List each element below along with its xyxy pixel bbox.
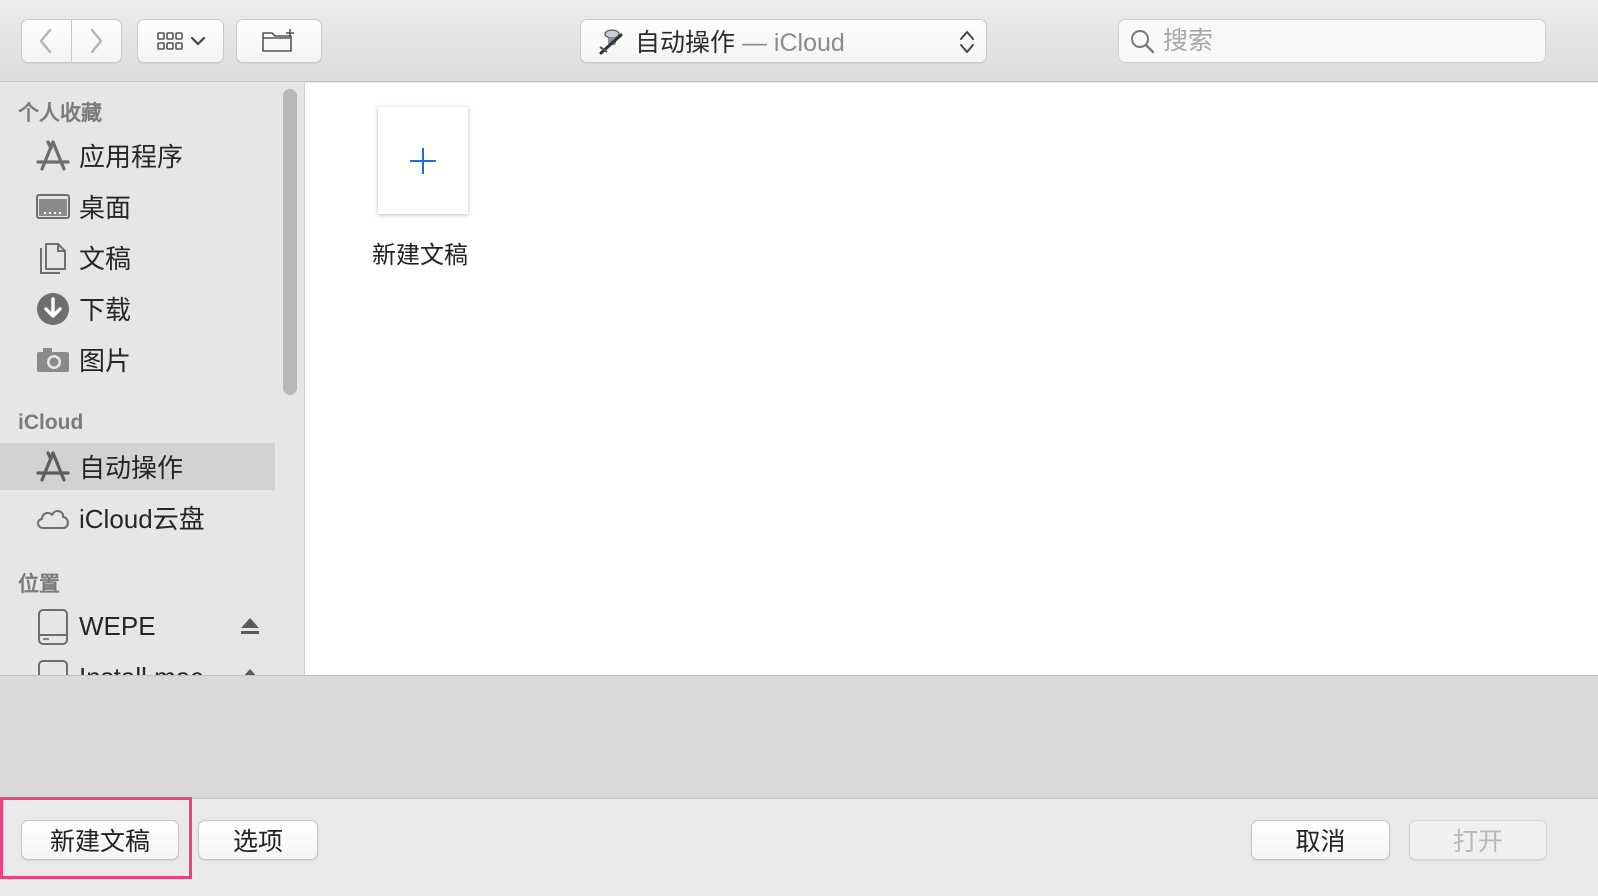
sidebar-item-wepe[interactable]: WEPE: [0, 603, 275, 650]
section-title-icloud: iCloud: [18, 411, 84, 434]
new-document-tile[interactable]: [378, 107, 468, 214]
downloads-icon: [33, 289, 73, 329]
search-input[interactable]: [1161, 25, 1525, 57]
chevron-down-icon: [190, 36, 205, 46]
sidebar-item-label: 应用程序: [79, 142, 184, 172]
sidebar-scrollbar[interactable]: [283, 89, 297, 395]
applications-icon: [33, 136, 73, 176]
sidebar-item-install-mac[interactable]: Install mac: [0, 654, 275, 675]
sidebar-item-downloads[interactable]: 下载: [0, 285, 275, 332]
section-title-favorites: 个人收藏: [18, 102, 102, 125]
forward-button[interactable]: [71, 19, 122, 63]
sidebar-item-label: Install mac: [79, 662, 203, 675]
options-button[interactable]: 选项: [198, 820, 318, 860]
open-button[interactable]: 打开: [1409, 820, 1547, 860]
eject-icon[interactable]: [239, 666, 261, 675]
drive-icon: [33, 658, 73, 675]
search-icon: [1131, 30, 1155, 54]
sidebar-item-label: iCloud云盘: [79, 504, 205, 534]
chevron-right-icon: [91, 28, 103, 54]
sidebar-item-desktop[interactable]: 桌面: [0, 183, 275, 230]
sidebar: 个人收藏 应用程序 桌面 文稿 下载 图片 iCloud 自动操作 iCloud…: [0, 83, 305, 675]
sidebar-item-label: WEPE: [79, 611, 156, 641]
sidebar-item-pictures[interactable]: 图片: [0, 336, 275, 383]
automator-icon: [599, 29, 623, 55]
sidebar-item-label: 图片: [79, 346, 132, 376]
sidebar-item-label: 桌面: [79, 193, 132, 223]
camera-icon: [33, 340, 73, 380]
section-title-locations: 位置: [18, 573, 60, 596]
icon-grid-icon: [156, 32, 183, 50]
new-folder-icon: [262, 29, 294, 52]
sidebar-item-icloud-drive[interactable]: iCloud云盘: [0, 494, 275, 541]
nav-buttons: [21, 19, 122, 63]
bottom-bar: 新建文稿 选项 取消 打开: [0, 798, 1598, 896]
drive-icon: [33, 607, 73, 647]
location-popup[interactable]: 自动操作 — iCloud: [580, 19, 987, 63]
cloud-icon: [33, 498, 73, 538]
search-field[interactable]: [1118, 19, 1546, 63]
sidebar-item-automator[interactable]: 自动操作: [0, 443, 275, 490]
new-folder-button[interactable]: [236, 19, 322, 63]
sidebar-item-label: 自动操作: [79, 453, 184, 483]
path-separator: —: [735, 29, 774, 57]
accessory-panel: [0, 675, 1598, 798]
sidebar-item-applications[interactable]: 应用程序: [0, 132, 275, 179]
up-down-chevron-icon: [960, 31, 974, 53]
eject-icon[interactable]: [239, 615, 261, 637]
file-browser: 新建文稿: [305, 83, 1598, 675]
sidebar-item-label: 下载: [79, 295, 132, 325]
sidebar-item-label: 文稿: [79, 244, 132, 274]
new-document-button[interactable]: 新建文稿: [21, 820, 179, 860]
view-mode-button[interactable]: [137, 19, 224, 63]
sidebar-item-documents[interactable]: 文稿: [0, 234, 275, 281]
path-location: iCloud: [773, 29, 845, 57]
chevron-left-icon: [40, 28, 52, 54]
path-folder: 自动操作: [635, 29, 736, 57]
cancel-button[interactable]: 取消: [1251, 820, 1390, 860]
new-document-label: 新建文稿: [372, 242, 468, 269]
plus-icon: [410, 147, 436, 174]
toolbar: 自动操作 — iCloud: [0, 0, 1598, 82]
applications-icon: [33, 447, 73, 487]
desktop-icon: [33, 187, 73, 227]
documents-icon: [33, 238, 73, 278]
back-button[interactable]: [21, 19, 72, 63]
